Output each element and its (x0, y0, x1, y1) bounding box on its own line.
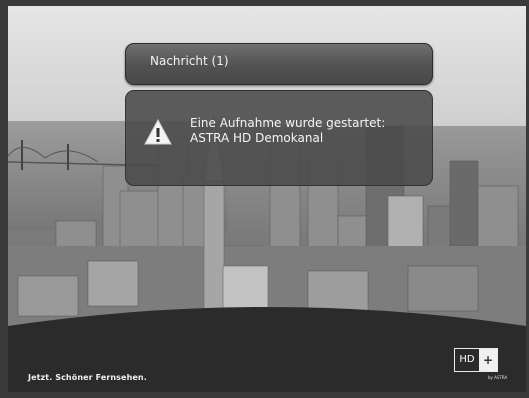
hd-plus-logo: HD + by ASTRA (454, 348, 507, 383)
hd-plus-logo-box: HD + (454, 348, 498, 372)
message-text: Eine Aufnahme wurde gestartet: ASTRA HD … (190, 116, 385, 146)
message-line-2: ASTRA HD Demokanal (190, 131, 324, 145)
message-header: Nachricht (1) (125, 43, 433, 85)
hd-logo-text: HD (459, 354, 475, 365)
footer-slogan: Jetzt. Schöner Fernsehen. (28, 373, 147, 382)
tv-screen: Nachricht (1) Eine Aufnahme wurde gestar… (8, 6, 526, 392)
plus-logo-text: + (479, 349, 497, 371)
message-dialog: Eine Aufnahme wurde gestartet: ASTRA HD … (125, 90, 433, 186)
warning-icon (144, 119, 172, 145)
message-line-1: Eine Aufnahme wurde gestartet: (190, 116, 386, 130)
message-header-title: Nachricht (1) (150, 54, 229, 68)
by-astra-text: by ASTRA (488, 375, 508, 380)
